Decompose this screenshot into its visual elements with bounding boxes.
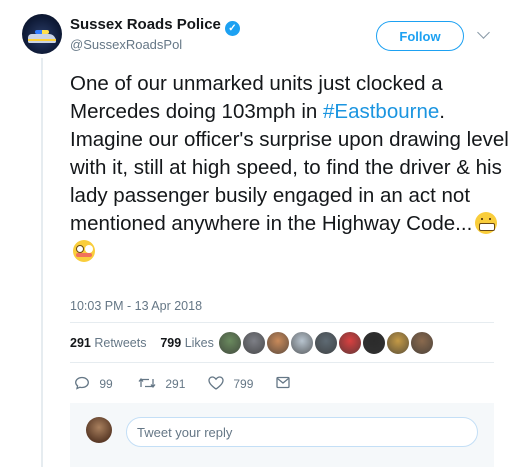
liker-avatar[interactable] xyxy=(266,331,290,355)
car-stripe xyxy=(28,39,56,41)
retweet-action[interactable]: 291 xyxy=(138,376,185,391)
envelope-icon xyxy=(276,376,290,389)
liker-avatar[interactable] xyxy=(410,331,434,355)
tweet-timestamp[interactable]: 10:03 PM - 13 Apr 2018 xyxy=(70,299,202,313)
reply-action[interactable]: 99 xyxy=(74,376,113,391)
liker-avatar[interactable] xyxy=(314,331,338,355)
verified-badge-icon: ✓ xyxy=(224,21,240,36)
liker-avatar[interactable] xyxy=(218,331,242,355)
grimacing-face-icon xyxy=(475,212,498,234)
tweet-text: One of our unmarked units just clocked a… xyxy=(70,70,510,266)
liker-avatar[interactable] xyxy=(242,331,266,355)
retweet-icon xyxy=(138,377,156,389)
account-handle[interactable]: @SussexRoadsPol xyxy=(70,37,182,52)
reply-input[interactable]: Tweet your reply xyxy=(126,417,478,447)
follow-button[interactable]: Follow xyxy=(376,21,464,51)
liker-avatar[interactable] xyxy=(290,331,314,355)
heart-icon xyxy=(208,376,224,390)
flushed-face-icon xyxy=(73,240,95,262)
direct-message-action[interactable] xyxy=(276,376,290,390)
account-name[interactable]: Sussex Roads Police ✓ xyxy=(70,16,240,36)
hashtag-link[interactable]: #Eastbourne xyxy=(323,100,439,123)
tweet-stats: 291 Retweets 799 Likes xyxy=(70,336,214,350)
chevron-down-icon[interactable] xyxy=(477,26,490,39)
retweets-stat[interactable]: 291 Retweets xyxy=(70,336,146,350)
stats-divider-top xyxy=(70,322,494,323)
likes-stat[interactable]: 799 Likes xyxy=(160,336,214,350)
liker-avatar[interactable] xyxy=(386,331,410,355)
account-avatar[interactable] xyxy=(22,14,62,54)
reply-icon xyxy=(75,376,89,390)
reply-composer: Tweet your reply xyxy=(70,403,494,467)
liker-avatar[interactable] xyxy=(362,331,386,355)
stats-divider-bottom xyxy=(70,362,494,363)
user-avatar xyxy=(86,417,112,443)
like-action[interactable]: 799 xyxy=(208,376,253,391)
liker-avatar[interactable] xyxy=(338,331,362,355)
thread-line xyxy=(41,58,43,467)
